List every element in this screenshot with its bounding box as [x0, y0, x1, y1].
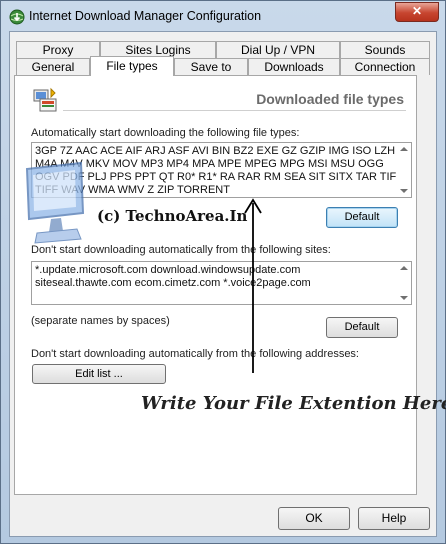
globe-download-icon — [9, 9, 25, 25]
filetypes-default-button[interactable]: Default — [326, 207, 398, 228]
tab-save-to[interactable]: Save to — [174, 58, 248, 75]
tab-sounds[interactable]: Sounds — [340, 41, 430, 58]
scroll-down-icon[interactable] — [400, 296, 408, 300]
sites-text: *.update.microsoft.com download.windowsu… — [35, 264, 311, 289]
annotation-text: Write Your File Extention Here — [141, 393, 446, 414]
scroll-up-icon[interactable] — [400, 147, 408, 151]
sites-scrollbar[interactable] — [398, 262, 411, 304]
file-types-panel: Downloaded file types Automatically star… — [14, 75, 417, 495]
scroll-up-icon[interactable] — [400, 266, 408, 270]
addresses-label: Don't start downloading automatically fr… — [31, 348, 359, 360]
tab-dial-up-vpn[interactable]: Dial Up / VPN — [216, 41, 340, 58]
tab-connection[interactable]: Connection — [340, 58, 430, 75]
file-types-icon — [33, 87, 57, 112]
scroll-down-icon[interactable] — [400, 189, 408, 193]
close-icon: ✕ — [411, 4, 423, 18]
sites-textbox[interactable]: *.update.microsoft.com download.windowsu… — [31, 261, 412, 305]
filetypes-scrollbar[interactable] — [398, 143, 411, 197]
edit-list-button[interactable]: Edit list ... — [32, 364, 166, 384]
window-title: Internet Download Manager Configuration — [29, 9, 262, 23]
ok-button[interactable]: OK — [278, 507, 350, 530]
sites-default-button[interactable]: Default — [326, 317, 398, 338]
filetypes-label: Automatically start downloading the foll… — [31, 127, 300, 139]
sites-hint: (separate names by spaces) — [31, 315, 170, 327]
watermark-text: (c) TechnoArea.In — [97, 207, 248, 225]
watermark-computer-icon — [25, 161, 85, 244]
panel-title: Downloaded file types — [256, 91, 404, 107]
tab-general[interactable]: General — [16, 58, 90, 75]
tab-file-types[interactable]: File types — [90, 56, 174, 76]
tab-proxy[interactable]: Proxy — [16, 41, 100, 58]
title-divider — [63, 110, 406, 111]
title-bar[interactable]: Internet Download Manager Configuration … — [1, 1, 445, 31]
annotation-arrow — [244, 198, 262, 373]
tab-downloads[interactable]: Downloads — [248, 58, 340, 75]
config-window: Internet Download Manager Configuration … — [0, 0, 446, 544]
help-button[interactable]: Help — [358, 507, 430, 530]
close-button[interactable]: ✕ — [395, 2, 439, 22]
